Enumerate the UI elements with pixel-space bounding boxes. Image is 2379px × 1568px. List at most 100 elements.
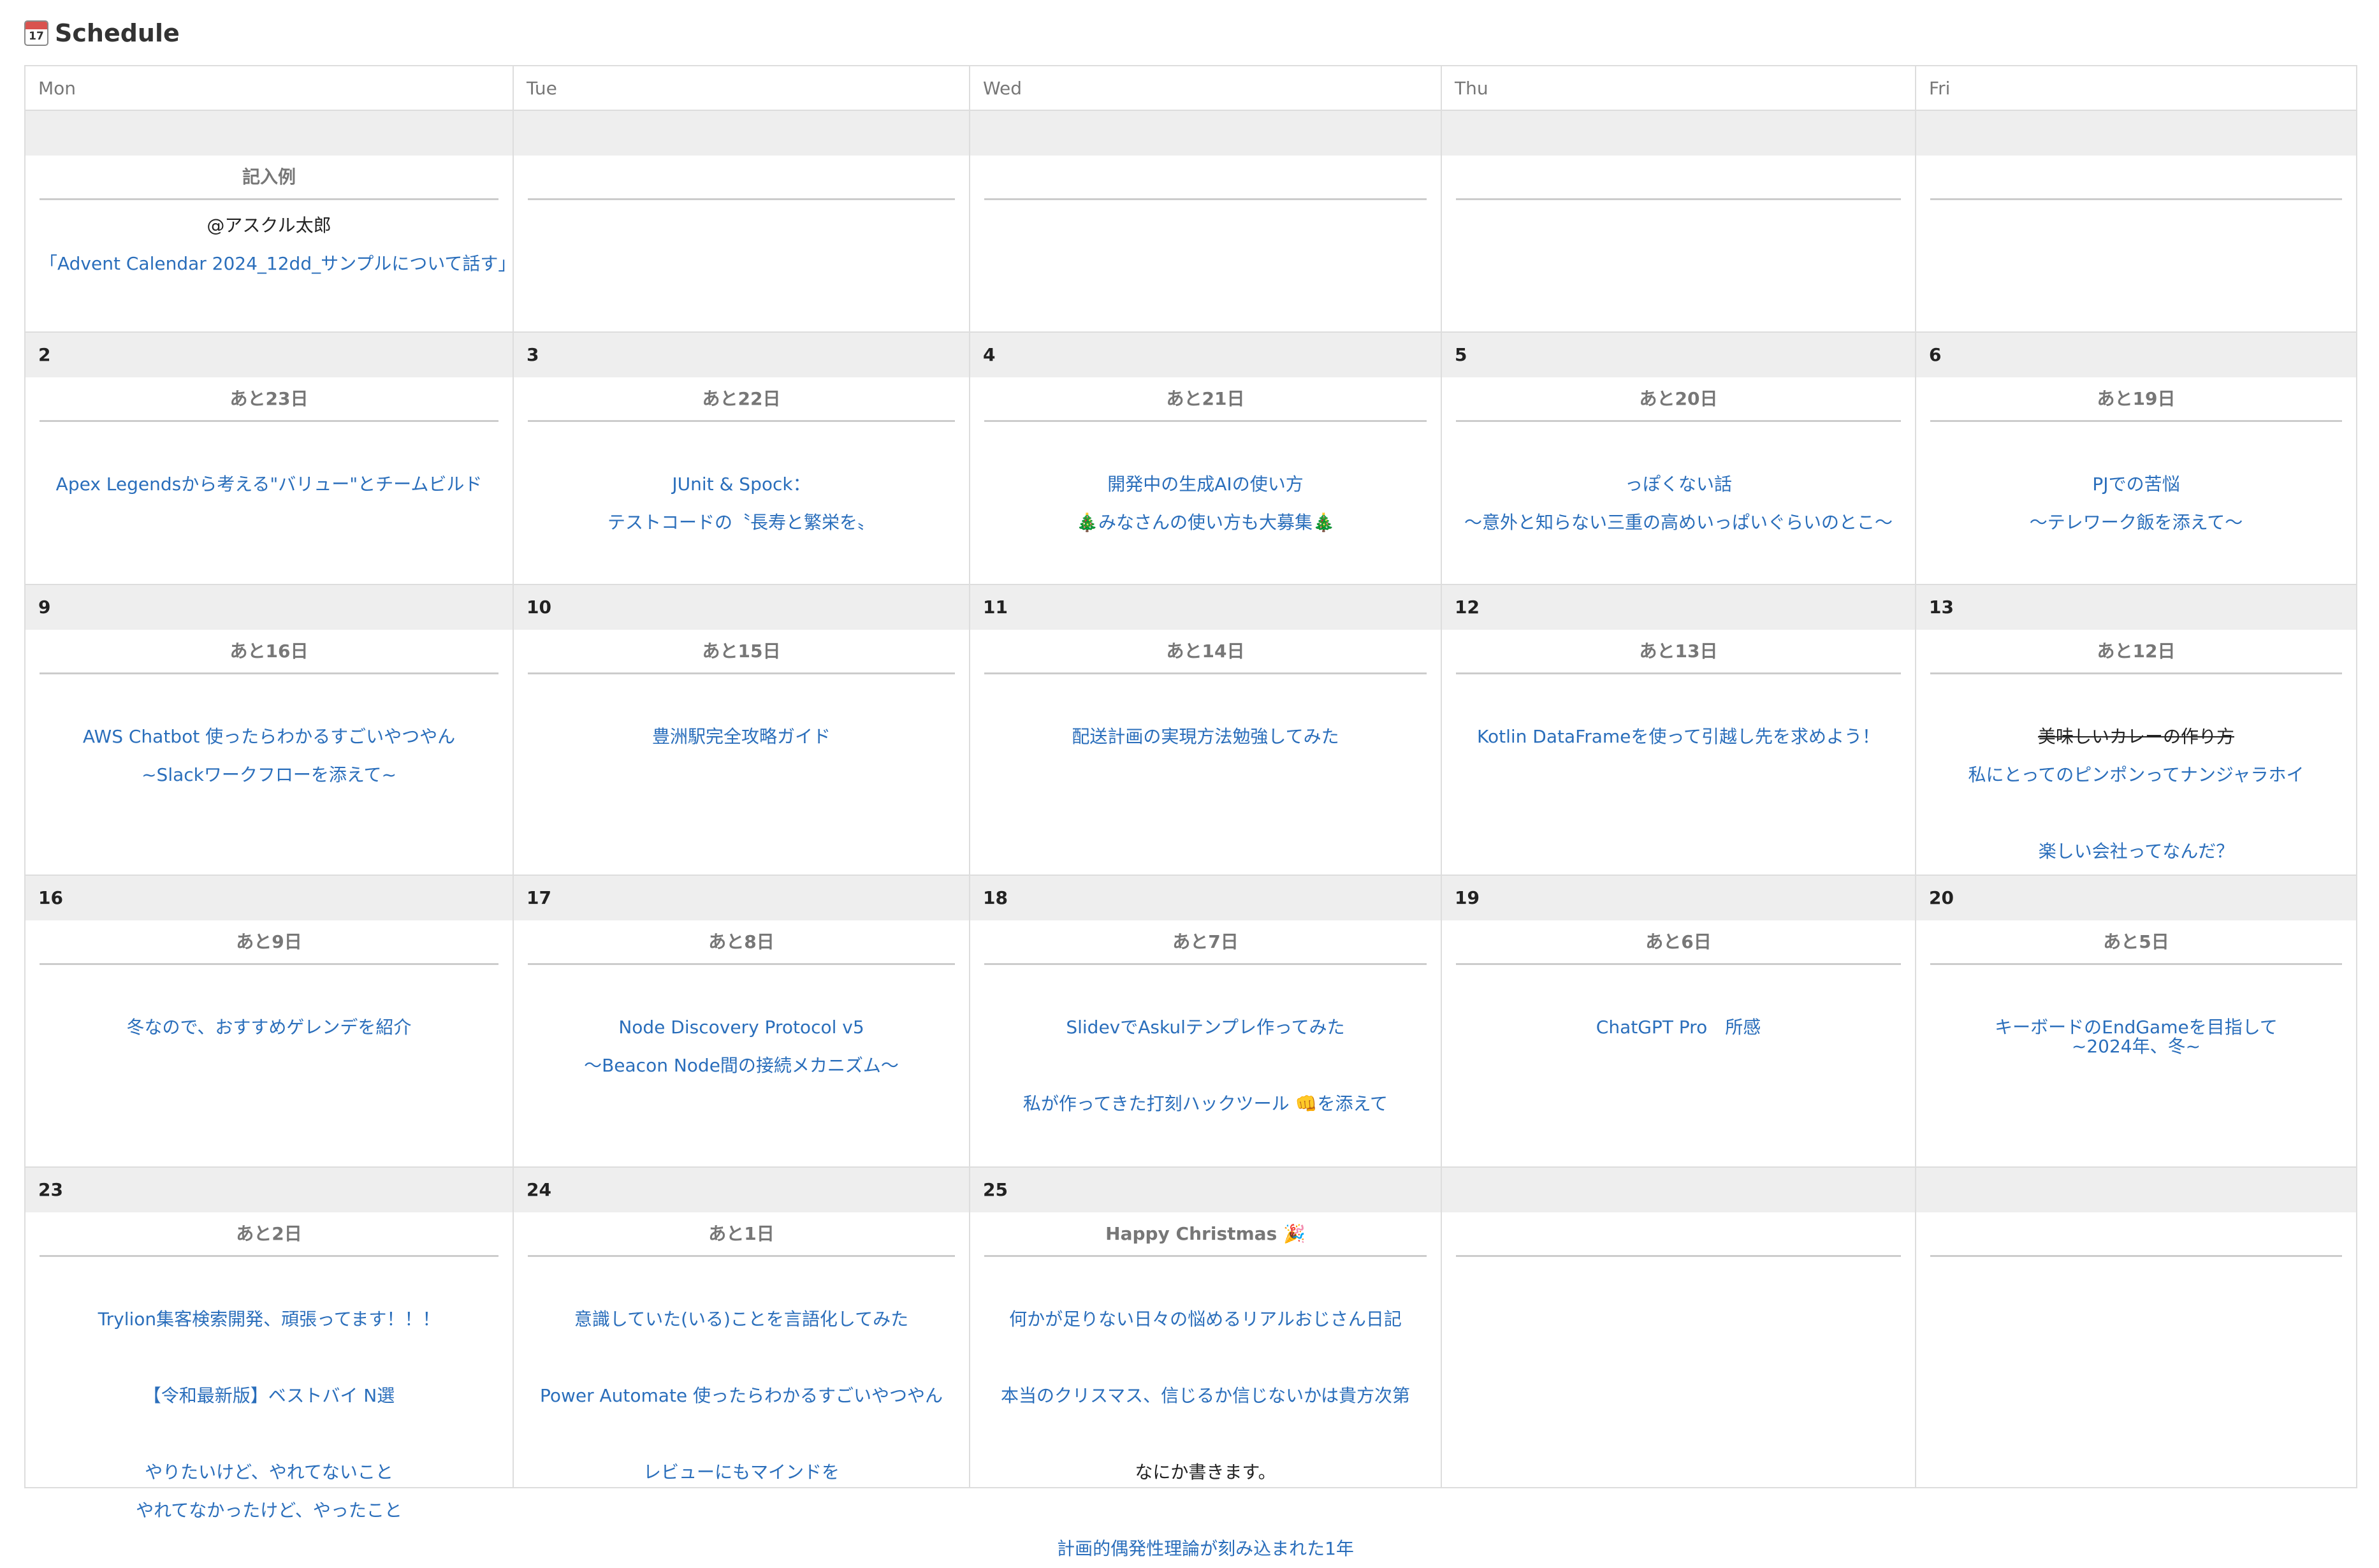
- calendar-grid: Mon Tue Wed Thu Fri 記入例 @アスクル太郎 「Advent Calenda…: [24, 65, 2357, 1559]
- calendar-icon: 17: [24, 20, 48, 46]
- article-link[interactable]: Kotlin DataFrameを使って引越し先を求めよう！: [1456, 718, 1901, 756]
- date-label: 10: [514, 585, 970, 630]
- article-link[interactable]: JUnit & Spock：: [528, 465, 955, 504]
- date-label: 5: [1442, 333, 1916, 377]
- entry-text: なにか書きます。: [1135, 1462, 1276, 1483]
- countdown-label: [1930, 156, 2342, 200]
- article-link[interactable]: Power Automate 使ったらわかるすごいやつやん: [528, 1377, 955, 1415]
- date-label: [1442, 1168, 1916, 1212]
- day-cell: あと5日 キーボードのEndGameを目指して ~2024年、冬~: [1916, 920, 2356, 1168]
- day-cell: あと8日 Node Discovery Protocol v5 〜Beacon No…: [514, 920, 970, 1168]
- article-link[interactable]: 〜テレワーク飯を添えて〜: [1930, 504, 2342, 542]
- date-label: 16: [25, 876, 514, 920]
- countdown-label: Happy Christmas 🎉: [984, 1212, 1427, 1257]
- entry-text: 美味しいカレーの作り方: [2037, 726, 2234, 747]
- date-label: [970, 111, 1442, 156]
- weekday-header: Wed: [970, 66, 1442, 111]
- article-link[interactable]: 何かが足りない日々の悩めるリアルおじさん日記: [984, 1300, 1427, 1339]
- day-cell: あと9日冬なので、おすすめゲレンデを紹介: [25, 920, 514, 1168]
- article-link[interactable]: 「Advent Calendar 2024_12dd_サンプルについて話す」: [40, 245, 516, 283]
- countdown-label: あと1日: [528, 1212, 955, 1257]
- day-cell: あと19日 PJでの苦悩 〜テレワーク飯を添えて〜: [1916, 377, 2356, 585]
- article-link[interactable]: 【令和最新版】ベストバイ N選: [40, 1377, 498, 1415]
- date-label: [1916, 111, 2356, 156]
- article-link[interactable]: 開発中の生成AIの使い方: [984, 465, 1427, 504]
- day-cell: [970, 156, 1442, 333]
- date-label: [514, 111, 970, 156]
- countdown-label: [1456, 156, 1901, 200]
- article-link[interactable]: 私が作ってきた打刻ハックツール 👊を添えて: [984, 1085, 1427, 1123]
- date-label: 4: [970, 333, 1442, 377]
- day-cell: Happy Christmas 🎉 何かが足りない日々の悩めるリアルおじさん日記本…: [970, 1212, 1442, 1559]
- day-cell: あと13日 Kotlin DataFrameを使って引越し先を求めよう！: [1442, 630, 1916, 876]
- countdown-label: あと2日: [40, 1212, 498, 1257]
- date-label: 11: [970, 585, 1442, 630]
- day-cell: あと21日 開発中の生成AIの使い方 🎄みなさんの使い方も大募集🎄: [970, 377, 1442, 585]
- article-link[interactable]: レビューにもマインドを: [528, 1453, 955, 1492]
- article-link[interactable]: 私にとってのピンポンってナンジャラホイ: [1930, 756, 2342, 794]
- date-label: 3: [514, 333, 970, 377]
- article-link[interactable]: 〜意外と知らない三重の高めいっぱいぐらいのとこ〜: [1456, 504, 1901, 542]
- day-cell: あと16日 AWS Chatbot 使ったらわかるすごいやつやん ~Slackワーク…: [25, 630, 514, 876]
- day-cell: あと12日美味しいカレーの作り方私にとってのピンポンってナンジャラホイ 楽しい会社…: [1916, 630, 2356, 876]
- date-label: 6: [1916, 333, 2356, 377]
- article-link[interactable]: ~2024年、冬~: [1930, 1034, 2342, 1059]
- countdown-label: あと12日: [1930, 630, 2342, 674]
- weekday-header: Mon: [25, 66, 514, 111]
- article-link[interactable]: 本当のクリスマス、信じるか信じないかは貴方次第: [984, 1377, 1427, 1415]
- article-link[interactable]: 🎄みなさんの使い方も大募集🎄: [984, 504, 1427, 542]
- day-cell: [514, 156, 970, 333]
- date-label: 9: [25, 585, 514, 630]
- weekday-header: Tue: [514, 66, 970, 111]
- day-cell: [1442, 156, 1916, 333]
- countdown-label: あと16日: [40, 630, 498, 674]
- day-cell: あと1日意識していた(いる)ことを言語化してみた Power Automate 使…: [514, 1212, 970, 1487]
- article-link[interactable]: 意識していた(いる)ことを言語化してみた: [528, 1300, 955, 1339]
- article-link[interactable]: 配送計画の実現方法勉強してみた: [984, 718, 1427, 756]
- article-link[interactable]: SlidevでAskulテンプレ作ってみた: [984, 1008, 1427, 1047]
- countdown-label: [1930, 1212, 2342, 1257]
- date-label: 13: [1916, 585, 2356, 630]
- article-link[interactable]: テストコードの〝長寿と繁栄を〟: [528, 504, 955, 542]
- countdown-label: あと5日: [1930, 920, 2342, 965]
- date-label: 25: [970, 1168, 1442, 1212]
- countdown-label: あと14日: [984, 630, 1427, 674]
- article-link[interactable]: PJでの苦悩: [1930, 465, 2342, 504]
- date-label: 18: [970, 876, 1442, 920]
- page-title: 17 Schedule: [24, 15, 180, 51]
- article-link[interactable]: Node Discovery Protocol v5: [528, 1008, 955, 1047]
- article-link[interactable]: 計画的偶発性理論が刻み込まれた1年: [984, 1530, 1427, 1568]
- day-cell: あと20日っぽくない話 〜意外と知らない三重の高めいっぱいぐらいのとこ〜: [1442, 377, 1916, 585]
- article-link[interactable]: 楽しい会社ってなんだ？: [1930, 832, 2342, 871]
- countdown-label: [1456, 1212, 1901, 1257]
- date-label: 17: [514, 876, 970, 920]
- day-cell: [1916, 1212, 2356, 1487]
- article-link[interactable]: っぽくない話: [1456, 465, 1901, 504]
- countdown-label: あと15日: [528, 630, 955, 674]
- article-link[interactable]: ~Slackワークフローを添えて~: [40, 756, 498, 794]
- countdown-label: あと9日: [40, 920, 498, 965]
- article-link[interactable]: Apex Legendsから考える"バリュー"とチームビルド: [40, 465, 498, 504]
- article-link[interactable]: 冬なので、おすすめゲレンデを紹介: [40, 1008, 498, 1047]
- article-link[interactable]: Trylion集客検索開発、頑張ってます！！！: [40, 1300, 498, 1339]
- day-cell: [1916, 156, 2356, 333]
- date-label: 23: [25, 1168, 514, 1212]
- article-link[interactable]: 豊洲駅完全攻略ガイド: [528, 718, 955, 756]
- article-link[interactable]: AWS Chatbot 使ったらわかるすごいやつやん: [40, 718, 498, 756]
- countdown-label: あと22日: [528, 377, 955, 422]
- day-cell: あと14日配送計画の実現方法勉強してみた: [970, 630, 1442, 876]
- countdown-label: [528, 156, 955, 200]
- date-label: 20: [1916, 876, 2356, 920]
- countdown-label: 記入例: [40, 156, 498, 200]
- article-link[interactable]: やりたいけど、やれてないこと: [40, 1453, 498, 1492]
- article-link[interactable]: やれてなかったけど、やったこと: [40, 1492, 498, 1530]
- date-label: 2: [25, 333, 514, 377]
- day-cell: あと15日豊洲駅完全攻略ガイド: [514, 630, 970, 876]
- countdown-label: あと7日: [984, 920, 1427, 965]
- day-cell: あと22日 JUnit & Spock： テストコードの〝長寿と繁栄を〟: [514, 377, 970, 585]
- article-link[interactable]: ChatGPT Pro 所感: [1456, 1008, 1901, 1047]
- weekday-header: Thu: [1442, 66, 1916, 111]
- article-link[interactable]: 〜Beacon Node間の接続メカニズム〜: [528, 1047, 955, 1085]
- entry-text: @アスクル太郎: [207, 215, 331, 236]
- countdown-label: あと20日: [1456, 377, 1901, 422]
